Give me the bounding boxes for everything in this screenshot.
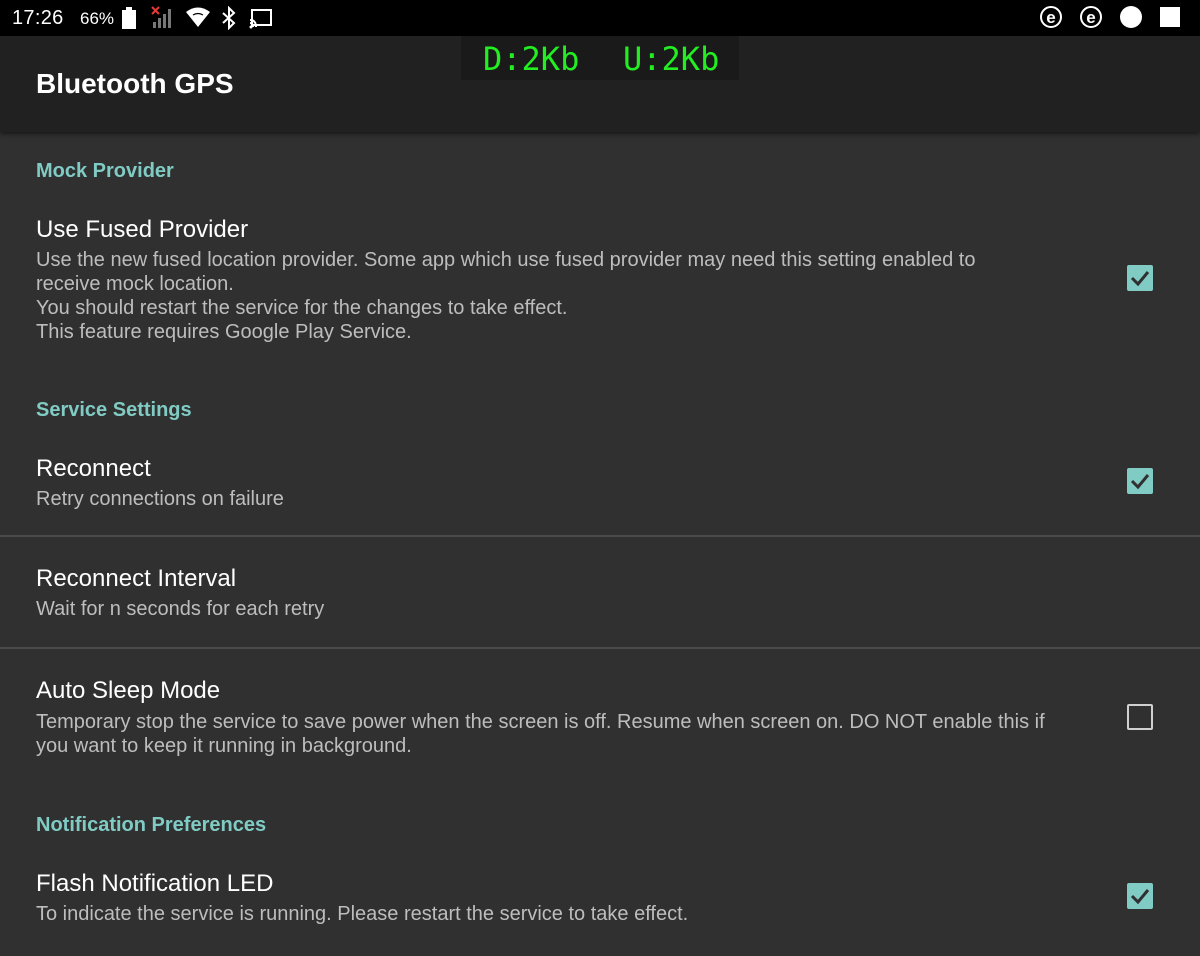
battery-percent: 66%: [80, 9, 115, 28]
download-rate: D:2Kb: [483, 40, 580, 78]
flash-led-checkbox[interactable]: [1127, 883, 1153, 909]
pref-reconnect-interval[interactable]: Reconnect Interval Wait for n seconds fo…: [0, 537, 1200, 647]
pref-summary-line: You should restart the service for the c…: [36, 297, 568, 319]
pref-reconnect[interactable]: Reconnect Retry connections on failure: [0, 443, 1200, 535]
pref-summary-line: This feature requires Google Play Servic…: [36, 321, 412, 343]
pref-summary: Wait for n seconds for each retry: [36, 598, 325, 620]
category-mock-provider: Mock Provider: [36, 160, 174, 182]
bluetooth-icon: [222, 6, 236, 30]
pref-summary: To indicate the service is running. Plea…: [36, 903, 689, 925]
e-app-icon-glyph: e: [1040, 6, 1062, 28]
checkmark-icon: [1130, 889, 1150, 905]
pref-use-fused-provider[interactable]: Use Fused Provider Use the new fused loc…: [0, 204, 1200, 364]
status-time: 17:26: [12, 7, 64, 29]
upload-rate: U:2Kb: [623, 40, 720, 78]
status-bar: 17:26 66% e e: [0, 0, 1200, 36]
cast-icon: [249, 9, 272, 29]
square-icon: [1160, 7, 1180, 27]
wifi-icon: [186, 7, 210, 27]
category-service-settings: Service Settings: [36, 399, 192, 421]
pref-summary-line: Temporary stop the service to save power…: [36, 711, 1045, 733]
pref-auto-sleep-mode[interactable]: Auto Sleep Mode Temporary stop the servi…: [0, 649, 1200, 779]
pref-title: Flash Notification LED: [36, 870, 274, 897]
pref-summary-line: you want to keep it running in backgroun…: [36, 735, 412, 757]
pref-title: Reconnect: [36, 455, 151, 482]
pref-flash-notification-led[interactable]: Flash Notification LED To indicate the s…: [0, 858, 1200, 956]
pref-title: Reconnect Interval: [36, 565, 237, 592]
signal-icon: [151, 6, 171, 28]
e-app-icon: e: [1040, 6, 1062, 28]
checkmark-icon: [1130, 271, 1150, 287]
auto-sleep-checkbox[interactable]: [1127, 704, 1153, 730]
e-app-icon-glyph: e: [1080, 6, 1102, 28]
pref-summary-line: receive mock location.: [36, 273, 234, 295]
pref-summary-line: Use the new fused location provider. Som…: [36, 249, 976, 271]
page-title: Bluetooth GPS: [36, 68, 234, 99]
pref-title: Auto Sleep Mode: [36, 677, 221, 704]
traffic-overlay: D:2Kb U:2Kb: [461, 36, 739, 80]
e-app-icon: e: [1080, 6, 1102, 28]
pref-title: Use Fused Provider: [36, 216, 249, 243]
pref-summary: Temporary stop the service to save power…: [36, 710, 1096, 758]
use-fused-checkbox[interactable]: [1127, 265, 1153, 291]
circle-icon-shape: [1120, 6, 1142, 28]
pref-summary: Use the new fused location provider. Som…: [36, 248, 1096, 344]
category-notification-preferences: Notification Preferences: [36, 814, 267, 836]
battery-icon: [122, 7, 136, 29]
reconnect-checkbox[interactable]: [1127, 468, 1153, 494]
square-icon-shape: [1160, 7, 1180, 27]
checkmark-icon: [1130, 474, 1150, 490]
pref-summary: Retry connections on failure: [36, 488, 284, 510]
circle-icon: [1120, 6, 1142, 28]
